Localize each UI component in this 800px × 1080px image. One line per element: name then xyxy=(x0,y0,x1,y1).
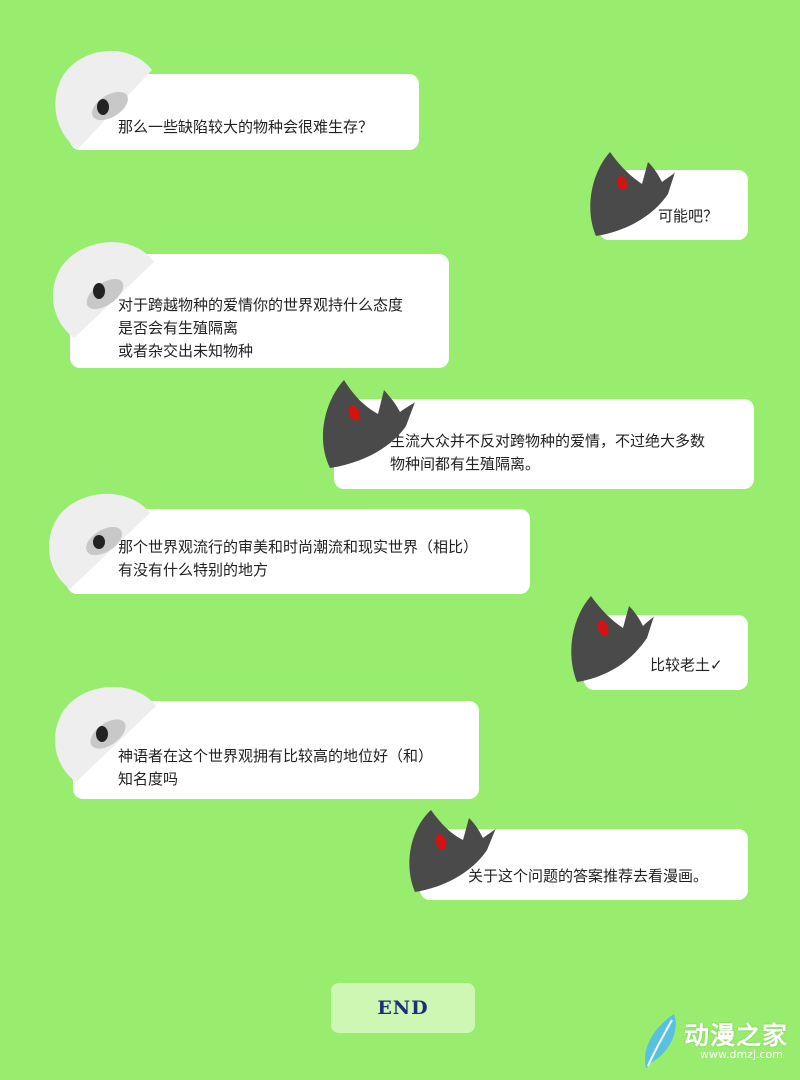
dark-creature-avatar xyxy=(322,380,415,468)
end-button[interactable]: END xyxy=(331,983,475,1033)
watermark-url: www.dmzj.com xyxy=(700,1048,783,1061)
message-text-8: 关于这个问题的答案推荐去看漫画。 xyxy=(468,867,709,885)
dark-creature-avatar xyxy=(590,152,675,236)
white-creature-avatar xyxy=(55,50,152,149)
watermark-name: 动漫之家 xyxy=(684,1021,789,1050)
white-creature-avatar xyxy=(48,493,150,589)
white-creature-avatar xyxy=(54,686,156,782)
message-text-6: 比较老土✓ xyxy=(650,656,723,674)
end-button-label: END xyxy=(377,997,429,1019)
message-text-5: 那个世界观流行的审美和时尚潮流和现实世界（相比） 有没有什么特别的地方 xyxy=(118,538,479,579)
dark-creature-avatar xyxy=(409,810,496,892)
message-text-3: 对于跨越物种的爱情你的世界观持什么态度 是否会有生殖隔离 或者杂交出未知物种 xyxy=(118,296,404,360)
watermark-logo: 动漫之家 www.dmzj.com xyxy=(640,1012,800,1072)
feather-icon xyxy=(645,1014,676,1068)
dark-creature-avatar xyxy=(571,596,654,682)
message-text-4: 主流大众并不反对跨物种的爱情，不过绝大多数 物种间都有生殖隔离。 xyxy=(390,432,706,473)
white-creature-avatar xyxy=(52,242,154,338)
message-text-7: 神语者在这个世界观拥有比较高的地位好（和） 知名度吗 xyxy=(118,747,434,788)
